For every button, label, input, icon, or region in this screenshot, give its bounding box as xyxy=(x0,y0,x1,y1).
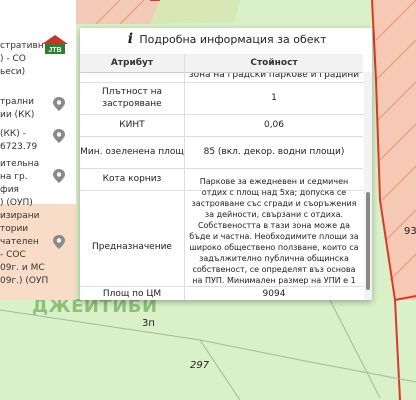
object-info-dialog: i Подробна информация за обект Атрибут Ст… xyxy=(80,28,372,300)
dialog-title: Подробна информация за обект xyxy=(139,33,327,46)
location-pin-icon[interactable] xyxy=(52,234,66,250)
logo-text: JTB xyxy=(48,47,61,54)
map-label-right: 93 xyxy=(404,226,416,237)
layers-panel: JTB стративн ) - СО ьеси) трални ии (КК)… xyxy=(0,0,76,300)
table-row-attr: Кота корниз xyxy=(102,174,162,184)
map-label-number: 297 xyxy=(190,360,210,371)
table-scrollbar[interactable] xyxy=(364,72,372,300)
table-row-value: 1 xyxy=(271,93,277,103)
map-label-parcel: 3п xyxy=(142,318,155,329)
table-row-value: 85 (вкл. декор. водни площи) xyxy=(203,147,345,157)
dialog-header: i Подробна информация за обект xyxy=(80,28,372,50)
table-row-value: 9094 xyxy=(185,287,363,300)
table-row-attr: КИНТ xyxy=(119,120,145,130)
column-header-attribute: Атрибут xyxy=(80,54,184,73)
table-row-attr: Плътност на застрояване xyxy=(102,87,162,109)
table-row-value: Паркове за ежедневен и седмичен отдих с … xyxy=(189,176,359,301)
partial-row-value: зона на градски паркове и градини xyxy=(188,73,360,80)
column-header-value: Стойност xyxy=(185,54,363,73)
location-pin-icon[interactable] xyxy=(52,96,66,112)
table-row-attr: Площ по ЦМ xyxy=(80,287,184,300)
attributes-table: Атрибут Стойност зона на градски паркове… xyxy=(80,54,363,300)
location-pin-icon[interactable] xyxy=(52,168,66,184)
scrollbar-thumb[interactable] xyxy=(366,192,370,290)
table-row-value: 0,06 xyxy=(263,120,285,130)
info-icon: i xyxy=(127,31,134,47)
location-pin-icon[interactable] xyxy=(52,128,66,144)
table-row-attr: Мин. озеленена площ xyxy=(80,147,184,157)
table-row-attr: Предназначение xyxy=(92,242,172,252)
